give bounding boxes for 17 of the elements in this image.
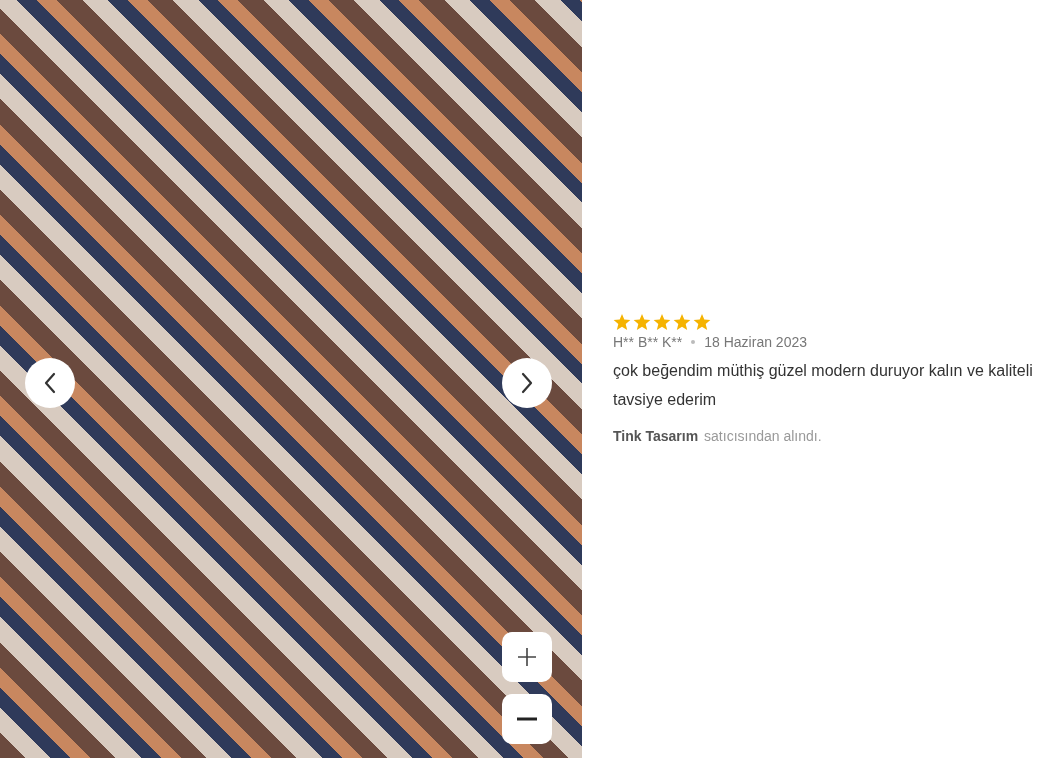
star-icon (673, 314, 691, 331)
review-date: 18 Haziran 2023 (704, 334, 807, 350)
dot-icon (691, 340, 696, 344)
plus-icon (517, 647, 537, 667)
seller-name: Tink Tasarım (613, 428, 699, 444)
star-icon (693, 314, 711, 331)
reviewer-name: H** B** K** (613, 334, 683, 350)
review-text: çok beğendim müthiş güzel modern duruyor kalın ve kaliteli tavsiye ederim (613, 361, 1034, 410)
zoom-in-button[interactable] (502, 632, 552, 682)
zoom-out-button[interactable] (502, 694, 552, 744)
chevron-left-icon (44, 372, 56, 394)
star-icon (653, 314, 671, 331)
star-icon (633, 314, 651, 331)
minus-icon (517, 717, 537, 721)
star-icon (613, 314, 631, 331)
seller-note: satıcısından alındı. (704, 428, 822, 444)
chevron-right-icon (521, 372, 533, 394)
